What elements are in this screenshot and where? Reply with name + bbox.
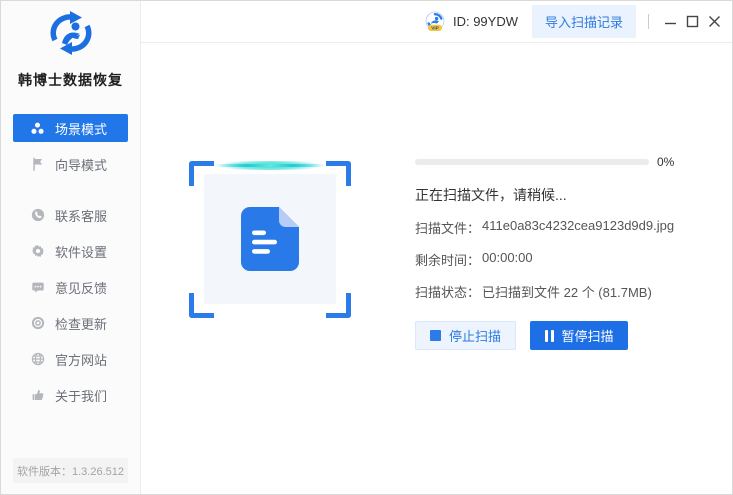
user-id-label: ID: 99YDW xyxy=(453,14,518,29)
app-window: 韩博士数据恢复 场景模式 向导模式 联系客服 xyxy=(1,1,732,494)
app-logo: 韩博士数据恢复 xyxy=(1,1,140,90)
titlebar-separator xyxy=(648,14,649,29)
scan-beam xyxy=(203,161,337,170)
close-button[interactable] xyxy=(704,9,724,35)
sidebar-item-contact-support[interactable]: 联系客服 xyxy=(13,201,128,229)
svg-text:VIP: VIP xyxy=(431,25,438,30)
scene-mode-icon xyxy=(30,121,45,136)
detail-row-scan-state: 扫描状态： 已扫描到文件 22 个 (81.7MB) xyxy=(415,282,715,301)
sidebar-item-scene-mode[interactable]: 场景模式 xyxy=(13,114,128,142)
scan-actions: 停止扫描 暂停扫描 xyxy=(415,321,715,350)
scan-frame xyxy=(189,161,351,318)
gear-icon xyxy=(30,244,45,259)
progress-bar xyxy=(415,159,649,165)
app-name: 韩博士数据恢复 xyxy=(1,70,140,90)
stop-icon xyxy=(430,330,441,341)
progress-row: 0% xyxy=(415,155,715,169)
detail-value: 411e0a83c4232cea9123d9d9.jpg xyxy=(482,218,674,237)
scan-info-panel: 0% 正在扫描文件，请稍候... 扫描文件： 411e0a83c4232cea9… xyxy=(415,155,715,350)
document-file-icon xyxy=(241,207,299,271)
stop-scan-label: 停止扫描 xyxy=(449,326,501,345)
sidebar-item-wizard-mode[interactable]: 向导模式 xyxy=(13,150,128,178)
detail-row-time-remaining: 剩余时间： 00:00:00 xyxy=(415,250,715,269)
sidebar-item-settings[interactable]: 软件设置 xyxy=(13,237,128,265)
import-scan-records-button[interactable]: 导入扫描记录 xyxy=(532,5,636,38)
sidebar-item-about-us[interactable]: 关于我们 xyxy=(13,381,128,409)
pause-scan-button[interactable]: 暂停扫描 xyxy=(530,321,628,350)
sidebar-item-official-website[interactable]: 官方网站 xyxy=(13,345,128,373)
about-us-icon xyxy=(30,388,45,403)
detail-row-current-file: 扫描文件： 411e0a83c4232cea9123d9d9.jpg xyxy=(415,218,715,237)
globe-icon xyxy=(30,352,45,367)
brand-logo-icon xyxy=(47,11,95,57)
maximize-button[interactable] xyxy=(682,9,702,35)
sidebar-item-check-updates[interactable]: 检查更新 xyxy=(13,309,128,337)
version-badge: 软件版本：1.3.26.512 xyxy=(13,458,128,483)
sidebar-item-label: 场景模式 xyxy=(55,119,107,138)
detail-label: 剩余时间： xyxy=(415,250,480,269)
update-icon xyxy=(30,316,45,331)
progress-percent: 0% xyxy=(657,155,674,169)
detail-value: 已扫描到文件 22 个 (81.7MB) xyxy=(482,282,652,301)
sidebar: 韩博士数据恢复 场景模式 向导模式 联系客服 xyxy=(1,1,141,494)
sidebar-menu: 场景模式 向导模式 联系客服 软件设置 xyxy=(1,114,140,409)
scan-page: 0% 正在扫描文件，请稍候... 扫描文件： 411e0a83c4232cea9… xyxy=(141,43,732,494)
pause-scan-label: 暂停扫描 xyxy=(562,326,614,345)
sidebar-item-label: 软件设置 xyxy=(55,242,107,261)
sidebar-item-label: 联系客服 xyxy=(55,206,107,225)
scan-preview-box xyxy=(204,174,336,304)
pause-icon xyxy=(545,330,554,342)
titlebar: VIP ID: 99YDW 导入扫描记录 xyxy=(141,1,732,43)
sidebar-item-label: 向导模式 xyxy=(55,155,107,174)
sidebar-item-label: 意见反馈 xyxy=(55,278,107,297)
detail-label: 扫描文件： xyxy=(415,218,480,237)
vip-badge-icon: VIP xyxy=(424,11,446,33)
sidebar-item-feedback[interactable]: 意见反馈 xyxy=(13,273,128,301)
flag-icon xyxy=(30,157,45,172)
chat-feedback-icon xyxy=(30,280,45,295)
minimize-button[interactable] xyxy=(660,9,680,35)
scan-status-message: 正在扫描文件，请稍候... xyxy=(415,185,715,205)
stop-scan-button[interactable]: 停止扫描 xyxy=(415,321,516,350)
phone-support-icon xyxy=(30,208,45,223)
sidebar-item-label: 检查更新 xyxy=(55,314,107,333)
sidebar-item-label: 官方网站 xyxy=(55,350,107,369)
detail-value: 00:00:00 xyxy=(482,250,533,269)
sidebar-item-label: 关于我们 xyxy=(55,386,107,405)
main-area: VIP ID: 99YDW 导入扫描记录 xyxy=(141,1,732,494)
detail-label: 扫描状态： xyxy=(415,282,480,301)
